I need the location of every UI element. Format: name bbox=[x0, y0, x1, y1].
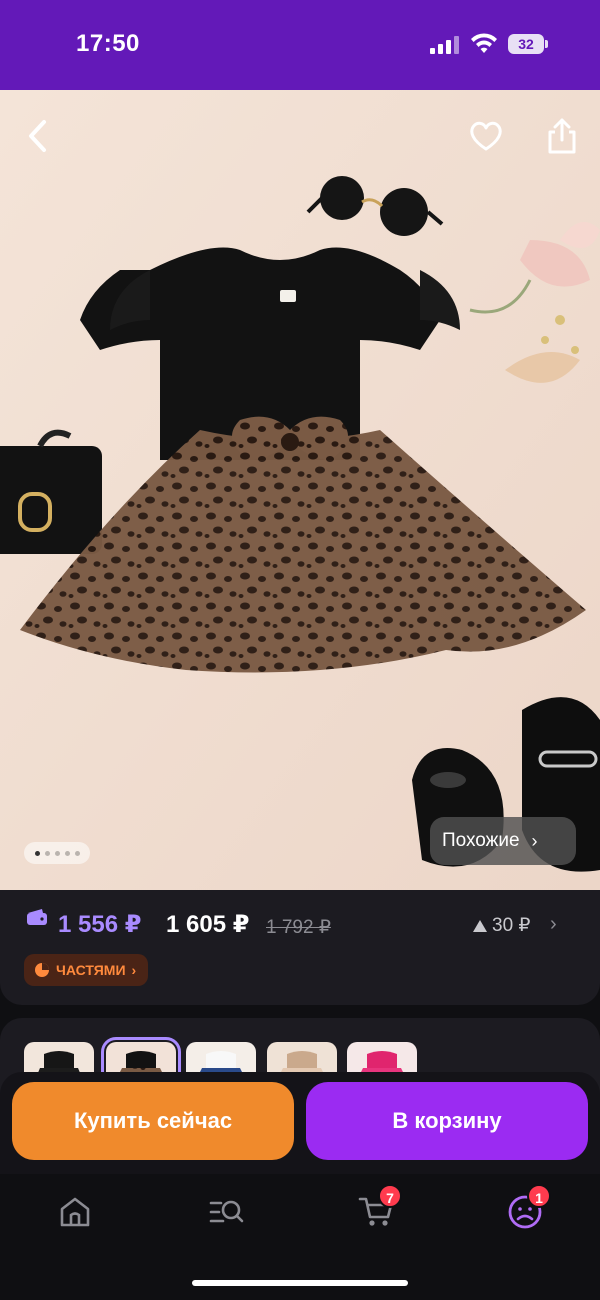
catalog-search-icon bbox=[209, 1200, 244, 1223]
handbag-prop bbox=[0, 429, 102, 554]
profile-badge: 1 bbox=[527, 1184, 551, 1208]
similar-button[interactable]: Похожие › bbox=[430, 817, 576, 865]
old-price: 1 792 ₽ bbox=[266, 917, 331, 938]
product-photo[interactable] bbox=[0, 90, 600, 890]
nav-profile[interactable]: 1 bbox=[503, 1184, 551, 1232]
current-price: 1 605 ₽ bbox=[166, 911, 250, 938]
pagination-dot bbox=[74, 850, 80, 856]
triangle-up-icon bbox=[473, 919, 487, 932]
signal-icon bbox=[430, 36, 459, 54]
installments-label: ЧАСТЯМИ bbox=[56, 962, 126, 978]
price-panel: 1 556 ₽ 1 605 ₽ 1 792 ₽ 30 ₽ › ЧАСТЯМИ › bbox=[0, 890, 600, 1005]
price-drop[interactable]: 30 ₽ bbox=[472, 914, 531, 937]
gallery-pagination bbox=[24, 842, 90, 864]
home-icon bbox=[60, 1197, 90, 1227]
product-image-gallery[interactable]: Похожие › bbox=[0, 90, 600, 890]
wallet-price: 1 556 ₽ bbox=[58, 911, 142, 938]
home-indicator bbox=[192, 1280, 408, 1286]
heart-icon bbox=[470, 121, 502, 151]
chevron-right-icon: › bbox=[531, 830, 538, 851]
pie-chart-icon bbox=[35, 963, 49, 977]
add-to-cart-button[interactable]: В корзину bbox=[306, 1082, 588, 1160]
pagination-dot bbox=[64, 850, 70, 856]
share-icon bbox=[548, 118, 576, 154]
price-drop-value: 30 ₽ bbox=[492, 915, 531, 936]
favorite-button[interactable] bbox=[462, 112, 510, 160]
pagination-dot bbox=[44, 850, 50, 856]
cart-badge: 7 bbox=[378, 1184, 402, 1208]
pagination-dot bbox=[54, 850, 60, 856]
chevron-right-icon: › bbox=[131, 962, 137, 978]
wallet-icon bbox=[27, 909, 47, 925]
nav-home[interactable] bbox=[53, 1192, 97, 1232]
battery-icon: 32 bbox=[508, 34, 548, 54]
back-arrow-icon bbox=[29, 120, 46, 152]
wifi-icon bbox=[471, 33, 497, 53]
similar-label: Похожие bbox=[442, 830, 520, 851]
nav-catalog[interactable] bbox=[204, 1192, 248, 1232]
pagination-dot bbox=[34, 850, 40, 856]
installments-badge[interactable]: ЧАСТЯМИ › bbox=[24, 954, 149, 986]
status-bar: 17:50 32 bbox=[0, 0, 600, 90]
action-bar: Купить сейчас В корзину bbox=[0, 1072, 600, 1174]
battery-level: 32 bbox=[508, 34, 544, 54]
share-button[interactable] bbox=[538, 112, 586, 160]
back-button[interactable] bbox=[14, 112, 62, 160]
buy-now-button[interactable]: Купить сейчас bbox=[12, 1082, 294, 1160]
nav-cart[interactable]: 7 bbox=[354, 1184, 402, 1232]
status-time: 17:50 bbox=[76, 30, 140, 57]
chevron-right-icon[interactable]: › bbox=[550, 913, 557, 936]
